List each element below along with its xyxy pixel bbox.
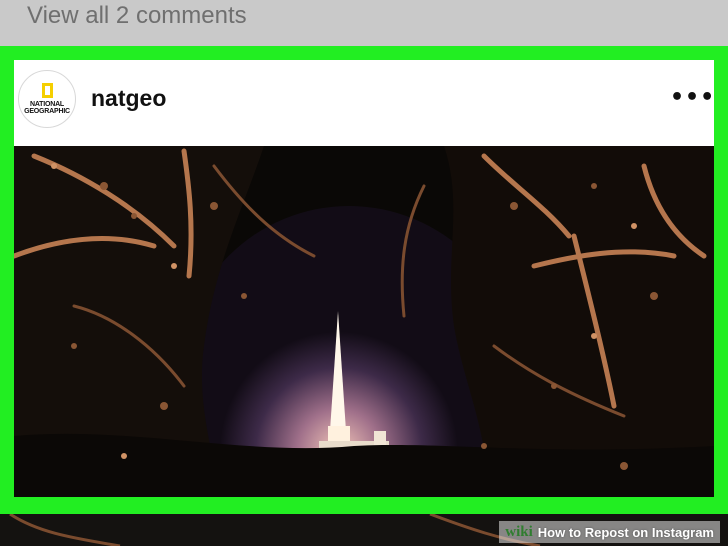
comments-bar: View all 2 comments [0, 0, 728, 46]
wikihow-watermark: wiki How to Repost on Instagram [499, 521, 720, 543]
post-header: NATIONAL GEOGRAPHIC natgeo ••• [14, 60, 714, 146]
view-all-comments-link[interactable]: View all 2 comments [27, 2, 247, 30]
watermark-wiki: wiki [505, 523, 533, 540]
natgeo-logo-icon [41, 83, 53, 98]
watermark-title: How to Repost on Instagram [537, 524, 714, 540]
post-image[interactable] [14, 146, 714, 497]
avatar[interactable]: NATIONAL GEOGRAPHIC [18, 70, 76, 128]
avatar-logo-line1: NATIONAL [29, 101, 65, 108]
post-username[interactable]: natgeo [91, 85, 166, 112]
avatar-logo-line2: GEOGRAPHIC [24, 108, 70, 115]
cathedral-night-photo [14, 146, 714, 497]
next-post-strip: wiki How to Repost on Instagram [0, 514, 728, 546]
more-horizontal-icon[interactable]: ••• [670, 84, 714, 112]
